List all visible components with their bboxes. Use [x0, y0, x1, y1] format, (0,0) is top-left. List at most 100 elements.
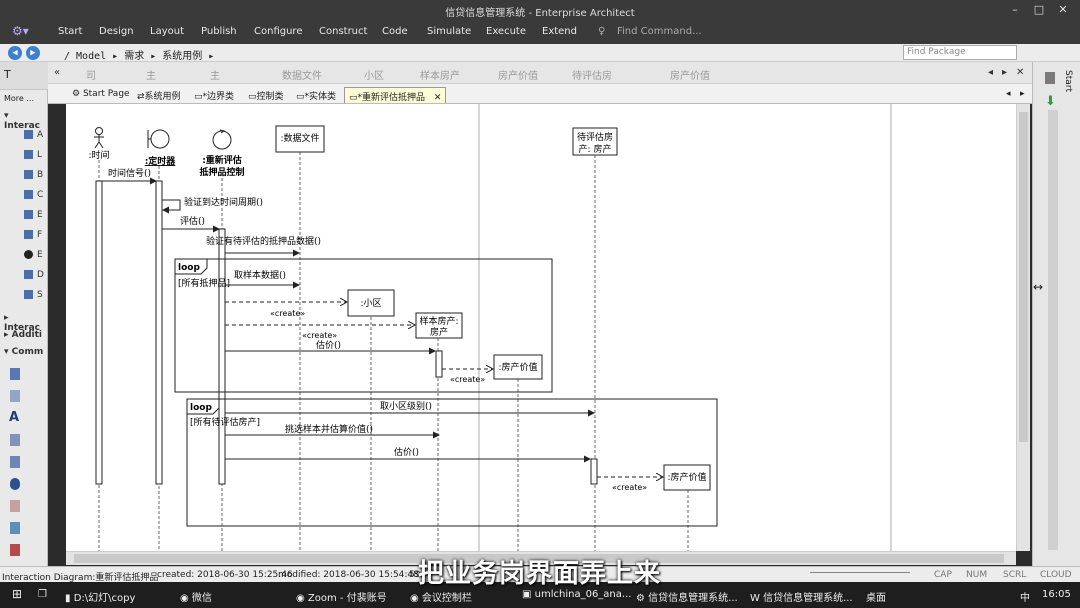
hyperlink-icon[interactable]: [10, 544, 20, 556]
expand-icon[interactable]: «: [54, 67, 60, 78]
vertical-scrollbar[interactable]: [1016, 104, 1030, 551]
task-view-icon[interactable]: ❐: [38, 589, 47, 600]
document-icon[interactable]: [10, 390, 20, 402]
forward-icon[interactable]: ▶: [26, 46, 40, 60]
taskbar-item[interactable]: ◉ Zoom - 付裴账号: [296, 589, 387, 604]
minimize-button[interactable]: –: [1006, 2, 1024, 17]
clock[interactable]: 16:05: [1042, 589, 1071, 600]
package-icon[interactable]: [10, 478, 20, 490]
menu-configure[interactable]: Configure: [254, 26, 302, 37]
close-tab-icon[interactable]: ✕: [434, 93, 442, 103]
tool-item[interactable]: C: [0, 190, 43, 200]
top-tab[interactable]: 司: [86, 67, 96, 82]
tool-item[interactable]: S: [0, 290, 43, 300]
menu-publish[interactable]: Publish: [201, 26, 237, 37]
top-tab[interactable]: 主: [146, 67, 156, 82]
menu-code[interactable]: Code: [382, 26, 408, 37]
lifeline-label: :重新评估: [202, 154, 242, 166]
scroll-thumb[interactable]: [1019, 112, 1028, 442]
legend-icon[interactable]: [10, 456, 20, 468]
top-tab[interactable]: 待评估房: [572, 67, 612, 82]
control-reevaluate[interactable]: :重新评估 抵押品控制: [199, 129, 245, 178]
boundary-scheduler[interactable]: :定时器: [145, 129, 177, 167]
find-command-input[interactable]: Find Command...: [617, 26, 702, 37]
lifeline-property-value-1[interactable]: :房产价值: [493, 354, 543, 380]
message-label: 验证有待评估的抵押品数据(): [206, 235, 321, 247]
menu-simulate[interactable]: Simulate: [427, 26, 471, 37]
diagram-canvas[interactable]: :时间 :定时器 :重新评估 抵押品控制 :数据文件 待评估房 产: 房产 时间…: [66, 104, 1016, 551]
top-tab[interactable]: 房产价值: [670, 67, 710, 82]
taskbar-item[interactable]: ▮ D:\幻灯\copy: [65, 589, 135, 604]
tab-close-icon[interactable]: ✕: [1016, 67, 1024, 78]
top-tab[interactable]: 样本房产: [420, 67, 460, 82]
more-tools[interactable]: More ...: [4, 94, 34, 103]
image-icon[interactable]: [10, 500, 20, 512]
find-package-input[interactable]: Find Package: [903, 45, 1017, 60]
breadcrumb[interactable]: / Model ▸ 需求 ▸ 系统用例 ▸: [64, 47, 214, 62]
download-icon[interactable]: ⬇: [1045, 94, 1056, 109]
maximize-button[interactable]: □: [1030, 2, 1048, 17]
menu-execute[interactable]: Execute: [486, 26, 526, 37]
toolbox-group-interaction[interactable]: ▾ Interac: [4, 111, 47, 131]
taskbar-item[interactable]: ▣ umlchina_06_ana...: [522, 589, 631, 600]
top-tab[interactable]: 小区: [364, 67, 384, 82]
control-icon: [24, 190, 33, 199]
lifeline-datafile[interactable]: :数据文件: [275, 125, 325, 153]
actor-timer[interactable]: :时间: [88, 127, 110, 162]
tab-scroll-right-icon[interactable]: ▸: [1002, 67, 1007, 78]
tab-control[interactable]: ▭控制类: [244, 87, 288, 103]
menu-design[interactable]: Design: [99, 26, 134, 37]
chart-icon[interactable]: [10, 522, 20, 534]
tab-boundary[interactable]: ▭*边界类: [190, 87, 238, 103]
tool-item[interactable]: D: [0, 270, 44, 280]
tab-system-usecase[interactable]: ⇄系统用例: [133, 87, 185, 103]
tool-item[interactable]: A: [0, 130, 43, 140]
menu-start[interactable]: Start: [58, 26, 82, 37]
app-logo-icon[interactable]: ⚙▾: [12, 24, 32, 40]
menu-construct[interactable]: Construct: [319, 26, 367, 37]
loop-fragment[interactable]: [186, 398, 718, 527]
tool-item[interactable]: E: [0, 250, 43, 260]
lifeline-pending-property[interactable]: 待评估房 产: 房产: [572, 127, 618, 156]
top-tab[interactable]: 房产价值: [498, 67, 538, 82]
taskbar-item[interactable]: ◉ 会议控制栏: [410, 589, 472, 604]
ime-indicator[interactable]: 中: [1020, 589, 1030, 604]
toolbox-group-common[interactable]: ▾ Comm: [4, 347, 43, 357]
tool-item[interactable]: L: [0, 150, 42, 160]
tool-item[interactable]: E: [0, 210, 43, 220]
prev-tab-icon[interactable]: ◂: [1006, 89, 1011, 99]
tab-start-page[interactable]: ⚙ Start Page: [68, 87, 134, 103]
top-tab[interactable]: 主: [210, 67, 220, 82]
windows-start-icon[interactable]: ⊞: [12, 587, 22, 601]
start-dock-tab[interactable]: Start: [1063, 70, 1073, 92]
tool-item[interactable]: F: [0, 230, 42, 240]
top-tab[interactable]: 数据文件: [282, 67, 322, 82]
activation-bar: [590, 458, 598, 485]
zoom-slider[interactable]: [810, 572, 910, 578]
menu-extend[interactable]: Extend: [542, 26, 577, 37]
note-icon[interactable]: [10, 368, 20, 380]
list-icon[interactable]: [10, 434, 20, 446]
toolbox-group-additional[interactable]: ▸ Additi: [4, 330, 42, 340]
menu-layout[interactable]: Layout: [150, 26, 184, 37]
taskbar-item[interactable]: W 信贷信息管理系统...: [750, 589, 853, 604]
lifeline-district[interactable]: :小区: [347, 289, 395, 317]
taskbar-item[interactable]: ◉ 微信: [180, 589, 212, 604]
dock-scrollbar[interactable]: [1048, 110, 1058, 550]
close-button[interactable]: ✕: [1054, 2, 1072, 17]
lifeline-sample-property[interactable]: 样本房产: 房产: [415, 312, 463, 339]
text-tool-icon[interactable]: T: [4, 68, 11, 81]
tab-entity[interactable]: ▭*实体类: [292, 87, 340, 103]
text-icon[interactable]: A: [9, 410, 19, 425]
tool-label: S: [37, 290, 43, 300]
activation-bar: [218, 228, 226, 485]
tool-item[interactable]: B: [0, 170, 43, 180]
lifeline-property-value-2[interactable]: :房产价值: [663, 464, 711, 491]
back-icon[interactable]: ◀: [8, 46, 22, 60]
next-tab-icon[interactable]: ▸: [1020, 89, 1025, 99]
desktop-toolbar[interactable]: 桌面: [866, 589, 886, 604]
pin-icon[interactable]: [1045, 72, 1055, 84]
taskbar-item[interactable]: ⚙ 信贷信息管理系统...: [636, 589, 738, 604]
tab-reevaluate-collateral[interactable]: ▭*重新评估抵押品 ✕: [344, 87, 447, 103]
tab-scroll-left-icon[interactable]: ◂: [988, 67, 993, 78]
